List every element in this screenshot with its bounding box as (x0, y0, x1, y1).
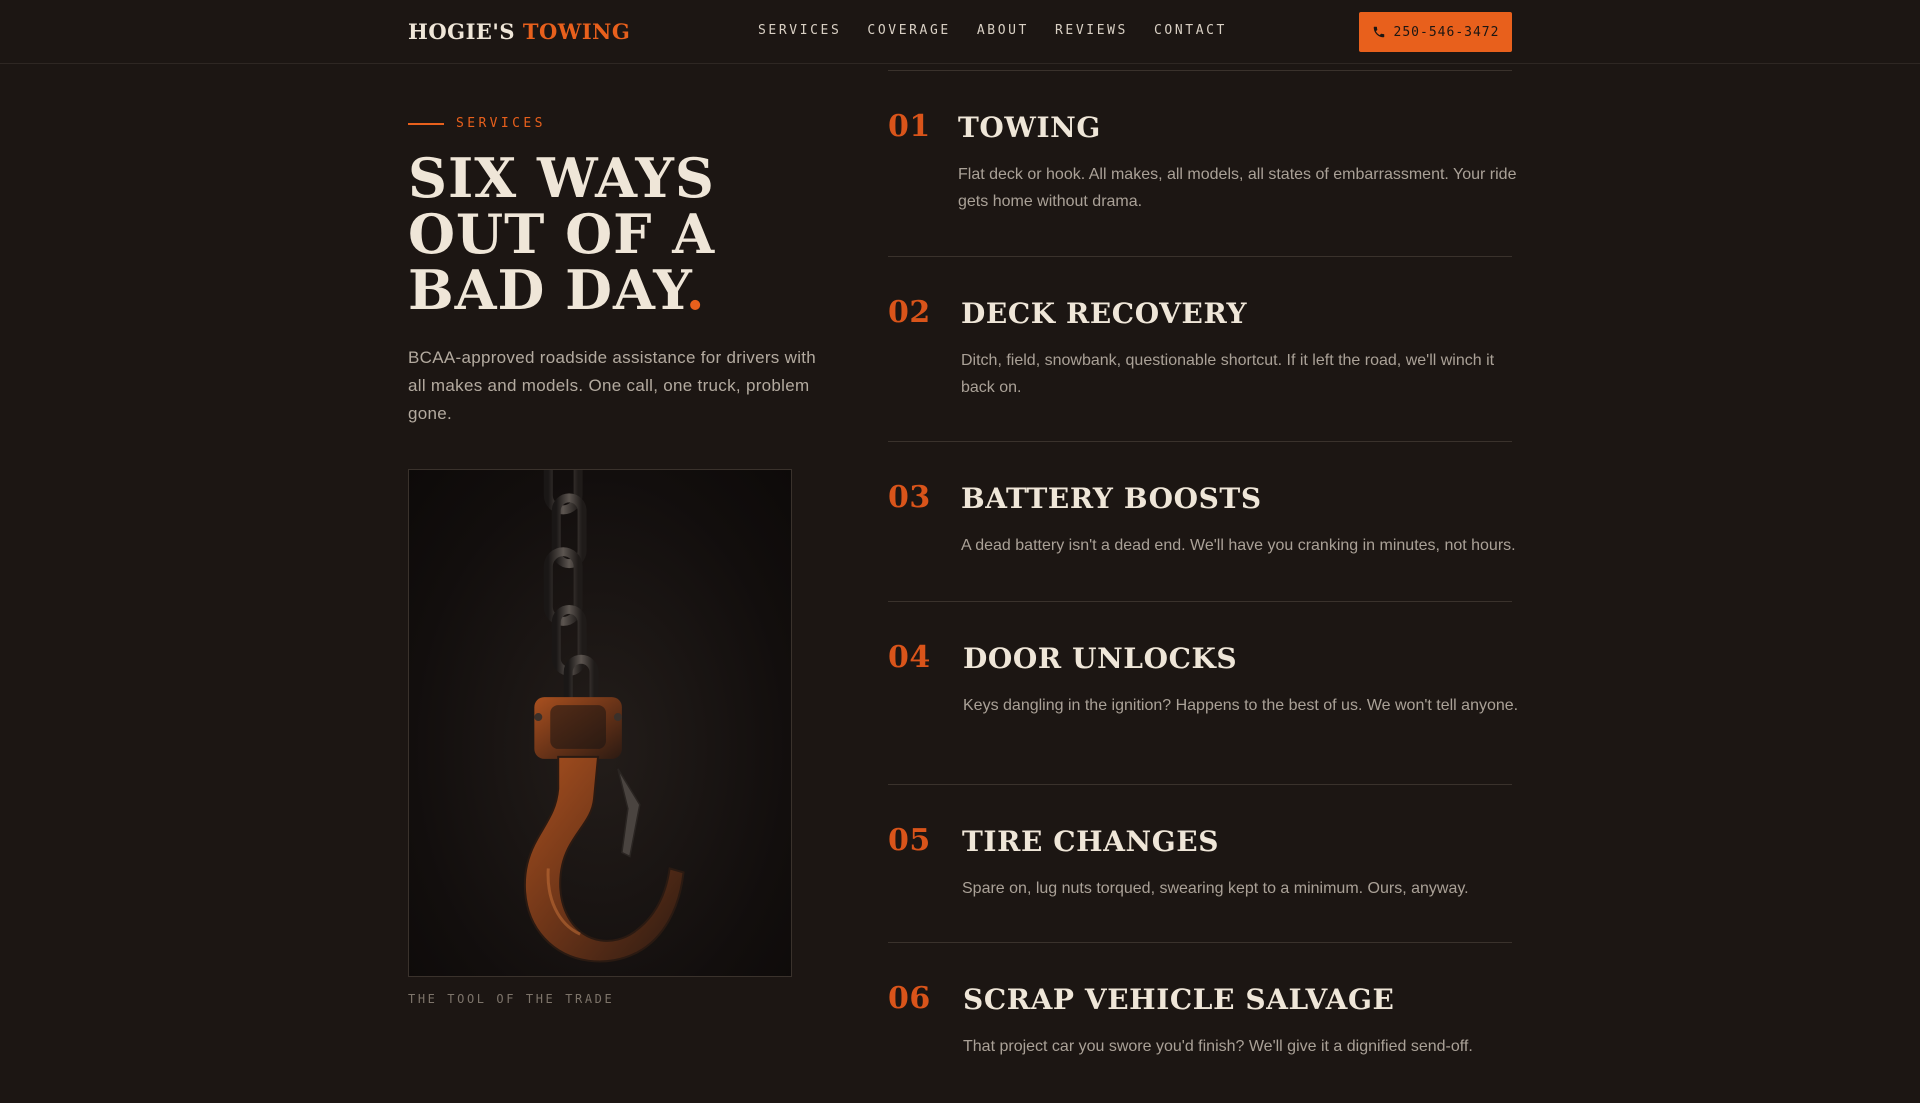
service-description: Ditch, field, snowbank, questionable sho… (961, 352, 1495, 396)
tow-hook-photo (408, 469, 792, 977)
phone-icon (1373, 26, 1384, 38)
service-title: TOWING (958, 111, 1101, 144)
nav-link-coverage[interactable]: COVERAGE (867, 23, 950, 38)
service-item: 02 DECK RECOVERY Ditch, field, snowbank,… (888, 257, 1512, 442)
service-item: 01 TOWING Flat deck or hook. All makes, … (888, 71, 1516, 257)
service-title: SCRAP VEHICLE SALVAGE (963, 983, 1395, 1016)
eyebrow-rule (408, 122, 444, 125)
section-headline: SIX WAYS OUT OF A BAD DAY. (408, 150, 828, 318)
services-list: 01 TOWING Flat deck or hook. All makes, … (888, 70, 1518, 1103)
nav-link-services[interactable]: SERVICES (758, 23, 841, 38)
nav-link-reviews[interactable]: REVIEWS (1055, 23, 1128, 38)
service-number: 04 (888, 640, 931, 675)
site-logo[interactable]: HOGIE'S TOWING (408, 19, 630, 44)
nav-link-about[interactable]: ABOUT (977, 23, 1029, 38)
service-description: A dead battery isn't a dead end. We'll h… (961, 537, 1516, 554)
service-item: 05 TIRE CHANGES Spare on, lug nuts torqu… (888, 785, 1512, 943)
service-number: 02 (888, 295, 931, 330)
service-description: That project car you swore you'd finish?… (963, 1038, 1473, 1055)
service-description: Keys dangling in the ignition? Happens t… (963, 697, 1519, 714)
main-nav: SERVICES COVERAGE ABOUT REVIEWS CONTACT (758, 23, 1253, 38)
service-number: 06 (888, 981, 931, 1016)
service-number: 05 (888, 823, 931, 858)
service-title: TIRE CHANGES (962, 825, 1220, 858)
nav-link-contact[interactable]: CONTACT (1154, 23, 1227, 38)
service-item: 03 BATTERY BOOSTS A dead battery isn't a… (888, 442, 1516, 602)
eyebrow-label: SERVICES (456, 116, 546, 131)
service-item: 06 SCRAP VEHICLE SALVAGE That project ca… (888, 943, 1512, 1103)
photo-caption: THE TOOL OF THE TRADE (408, 992, 615, 1006)
top-navigation-bar: HOGIE'S TOWING SERVICES COVERAGE ABOUT R… (0, 0, 1920, 64)
logo-word-hogies: HOGIE'S (408, 19, 515, 44)
service-description: Flat deck or hook. All makes, all models… (958, 166, 1517, 210)
phone-number: 250-546-3472 (1393, 24, 1500, 40)
headline-text: SIX WAYS OUT OF A BAD DAY (408, 146, 716, 322)
service-description: Spare on, lug nuts torqued, swearing kep… (962, 880, 1469, 897)
headline-accent-dot: . (685, 258, 706, 322)
service-title: DOOR UNLOCKS (963, 642, 1238, 675)
logo-word-towing: TOWING (522, 19, 631, 44)
call-phone-button[interactable]: 250-546-3472 (1359, 12, 1512, 52)
service-title: BATTERY BOOSTS (961, 482, 1262, 515)
section-eyebrow: SERVICES (408, 116, 546, 131)
section-intro-text: BCAA-approved roadside assistance for dr… (408, 348, 817, 423)
service-item: 04 DOOR UNLOCKS Keys dangling in the ign… (888, 602, 1518, 785)
service-number: 03 (888, 480, 931, 515)
service-number: 01 (888, 109, 931, 144)
service-title: DECK RECOVERY (961, 297, 1248, 330)
